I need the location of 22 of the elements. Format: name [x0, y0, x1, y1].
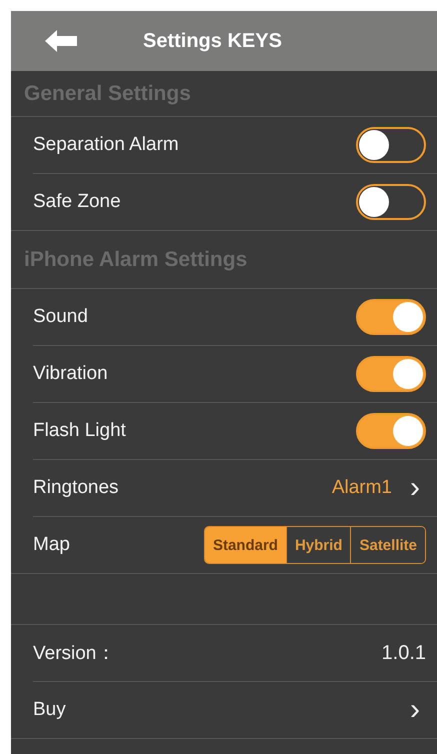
row-label: Flash Light: [33, 420, 126, 442]
nav-title: Settings KEYS: [143, 30, 282, 52]
row-label: Safe Zone: [33, 191, 121, 213]
row-label: Vibration: [33, 363, 108, 385]
row-label: Map: [33, 534, 70, 556]
row-value: 1.0.1: [382, 642, 426, 664]
chevron-icon[interactable]: ›: [410, 473, 420, 503]
row-label: Sound: [33, 306, 88, 328]
segment-button[interactable]: Standard: [204, 527, 286, 563]
row-label: Version：: [33, 642, 116, 666]
toggle-switch[interactable]: [356, 413, 426, 449]
toggle-switch[interactable]: [356, 299, 426, 335]
row-label: Ringtones: [33, 477, 119, 499]
toggle-switch[interactable]: [356, 127, 426, 163]
row-label: Buy: [33, 699, 66, 721]
row-value[interactable]: Alarm1: [332, 477, 392, 499]
segment-button[interactable]: Satellite: [350, 527, 425, 563]
chevron-icon[interactable]: ›: [410, 695, 420, 725]
toggle-switch[interactable]: [356, 184, 426, 220]
toggle-switch[interactable]: [356, 356, 426, 392]
row-label: Separation Alarm: [33, 134, 179, 156]
back-arrow-icon[interactable]: [45, 30, 77, 52]
